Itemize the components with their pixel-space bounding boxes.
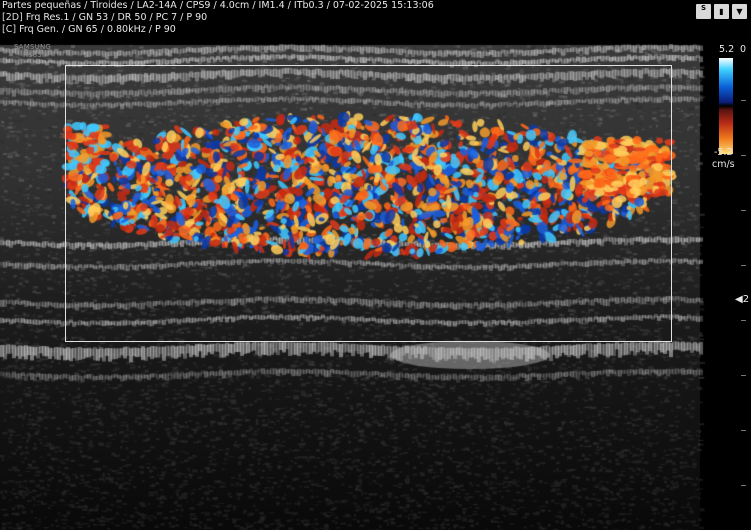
depth-tick xyxy=(741,210,746,211)
mode-2d-label: [2D] xyxy=(2,12,23,23)
s-icon: S xyxy=(696,4,711,19)
depth-tick xyxy=(741,430,746,431)
color-doppler-roi-box xyxy=(65,65,672,342)
depth-tick xyxy=(741,100,746,101)
exam-info-line: Partes pequeñas / Tiroides / LA2-14A / C… xyxy=(2,0,434,11)
depth-tick xyxy=(741,375,746,376)
color-settings-line: [C] Frq Gen. / GN 65 / 0.80kHz / P 90 xyxy=(2,24,176,35)
depth-tick xyxy=(741,485,746,486)
color-settings-text: Frq Gen. / GN 65 / 0.80kHz / P 90 xyxy=(19,24,176,35)
depth-tick xyxy=(741,265,746,266)
focus-marker: ◀2 xyxy=(735,294,750,305)
probe-icon: ▼ xyxy=(732,4,747,19)
scale-unit-label: cm/s xyxy=(712,159,735,170)
scale-max-label: 5.2 xyxy=(719,44,735,55)
status-icons: S ▮ ▼ xyxy=(696,4,747,19)
2d-settings-text: Frq Res.1 / GN 53 / DR 50 / PC 7 / P 90 xyxy=(25,12,208,23)
mode-color-label: [C] xyxy=(2,24,17,35)
body-marker-icon: ▮ xyxy=(714,4,729,19)
scale-min-label: -5.2 xyxy=(714,147,733,158)
depth-tick xyxy=(741,155,746,156)
brand-name: SAMSUNG xyxy=(14,43,52,51)
depth-zero-label: 0 xyxy=(740,44,747,55)
color-velocity-scale-bar xyxy=(719,58,733,154)
depth-tick xyxy=(741,320,746,321)
brand-logo: SAMSUNG RS85 xyxy=(14,43,51,59)
2d-settings-line: [2D] Frq Res.1 / GN 53 / DR 50 / PC 7 / … xyxy=(2,12,207,23)
brand-model: RS85 xyxy=(23,51,43,59)
